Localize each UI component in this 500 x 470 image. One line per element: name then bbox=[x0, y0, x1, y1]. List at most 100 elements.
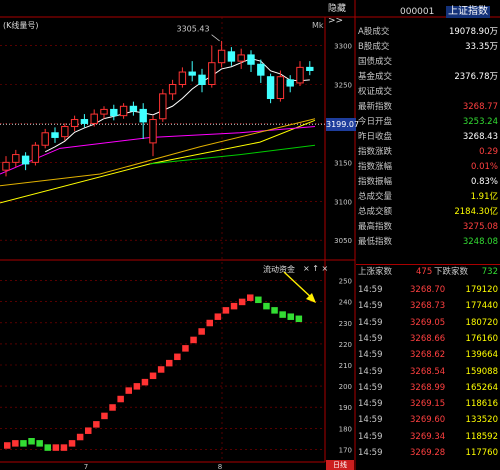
candle-body bbox=[21, 155, 30, 165]
ind-axis-label: 200 bbox=[339, 383, 352, 391]
quote-value: 0.01% bbox=[470, 162, 498, 172]
candle-body bbox=[159, 93, 167, 120]
candle-body bbox=[100, 108, 108, 115]
candle-body bbox=[306, 66, 314, 71]
indicator-point bbox=[206, 319, 213, 327]
indicator-point bbox=[271, 307, 278, 314]
tick-time: 14:59 bbox=[358, 448, 383, 458]
quote-label: 国债成交 bbox=[358, 57, 393, 67]
quote-row: B股成交 33.35万 bbox=[356, 40, 500, 55]
indicator-point bbox=[295, 315, 303, 323]
quote-row: 总成交量 1.91亿 bbox=[356, 190, 500, 205]
tick-price: 3268.73 bbox=[410, 301, 446, 312]
quote-row: 基金成交 2376.78万 bbox=[356, 70, 500, 85]
tick-volume: 117760 bbox=[465, 448, 498, 458]
x-axis-label: 7 bbox=[84, 463, 88, 470]
tick-time: 14:59 bbox=[358, 301, 383, 312]
quote-row: 指数涨幅 0.01% bbox=[356, 160, 500, 175]
quote-label: 总成交额 bbox=[358, 207, 393, 217]
quote-row: 指数振幅 0.83% bbox=[356, 175, 500, 190]
tick-row: 14:59 3268.99 165264 bbox=[356, 381, 500, 396]
candle-body bbox=[110, 108, 118, 117]
quote-label: 基金成交 bbox=[358, 72, 393, 82]
tick-row: 14:59 3268.54 159088 bbox=[356, 365, 500, 380]
tick-time: 14:59 bbox=[358, 366, 383, 377]
quote-value: 2184.30亿 bbox=[454, 207, 498, 217]
quote-label: 指数涨幅 bbox=[358, 162, 393, 172]
candle-body bbox=[80, 119, 89, 124]
breadth-row: 上涨家数 475 下跌家数 732 bbox=[356, 264, 500, 279]
candle-body bbox=[286, 79, 294, 87]
tick-row: 14:59 3269.05 180720 bbox=[356, 316, 500, 331]
tick-volume: 118616 bbox=[465, 399, 498, 410]
indicator-point bbox=[93, 421, 100, 428]
quote-value: 19078.90万 bbox=[448, 27, 498, 37]
indicator-point bbox=[255, 296, 262, 304]
tick-price: 3269.15 bbox=[410, 399, 446, 410]
indicator-point bbox=[190, 336, 197, 344]
tick-time: 14:59 bbox=[358, 285, 383, 295]
candle-body bbox=[266, 76, 275, 100]
candle-body bbox=[247, 54, 255, 65]
tick-volume: 176160 bbox=[465, 333, 498, 344]
date-button[interactable]: 日线 bbox=[326, 460, 354, 470]
up-count-value: 475 bbox=[416, 267, 433, 277]
tick-volume: 180720 bbox=[465, 317, 498, 328]
quote-value: 33.35万 bbox=[465, 42, 498, 52]
tick-row: 14:59 3268.73 177440 bbox=[356, 299, 500, 314]
indicator-point bbox=[247, 294, 254, 301]
candle-body bbox=[178, 71, 187, 85]
indicator-point bbox=[149, 372, 157, 380]
tick-price: 3269.60 bbox=[410, 415, 446, 426]
chart-mode-label: (K线量号) bbox=[3, 21, 39, 30]
candle-body bbox=[188, 71, 196, 76]
candle-body bbox=[119, 105, 128, 117]
indicator-point bbox=[76, 433, 84, 441]
tick-volume: 165264 bbox=[465, 382, 498, 393]
candle-body bbox=[61, 126, 69, 138]
candle-body bbox=[90, 113, 98, 124]
quote-label: 最高指数 bbox=[358, 222, 393, 232]
indicator-point bbox=[182, 345, 189, 352]
hide-panel-button[interactable]: 隐藏>> bbox=[328, 3, 354, 26]
indicator-label[interactable]: 流动资金 bbox=[263, 264, 295, 275]
indicator-icons[interactable]: × ↑ × bbox=[303, 264, 328, 273]
indicator-point bbox=[222, 307, 230, 314]
indicator-point bbox=[174, 353, 181, 361]
ind-axis-label: 250 bbox=[339, 278, 352, 286]
index-name[interactable]: 上证指数 bbox=[446, 6, 490, 18]
indicator-point bbox=[101, 412, 108, 420]
quote-row: 昨日收盘 3268.43 bbox=[356, 130, 500, 145]
ind-axis-label: 240 bbox=[339, 299, 352, 307]
candle-body bbox=[217, 49, 226, 64]
quote-label: 指数振幅 bbox=[358, 177, 393, 187]
indicator-point bbox=[133, 383, 141, 390]
tick-price: 3269.34 bbox=[410, 431, 446, 442]
price-axis-label: 3300 bbox=[334, 43, 352, 51]
price-axis-label: 3150 bbox=[334, 159, 352, 167]
quote-label: 指数涨跌 bbox=[358, 147, 393, 157]
tick-volume: 179120 bbox=[465, 285, 498, 295]
index-code: 000001 bbox=[400, 7, 435, 17]
indicator-point bbox=[36, 440, 43, 447]
tick-volume: 133520 bbox=[465, 415, 498, 426]
quote-value: 1.91亿 bbox=[470, 192, 498, 202]
tick-row: 14:59 3269.28 117760 bbox=[356, 446, 500, 461]
quote-value: 0.83% bbox=[470, 177, 498, 187]
down-count-label: 下跌家数 bbox=[434, 267, 469, 277]
candle-body bbox=[12, 154, 20, 163]
tick-price: 3269.05 bbox=[410, 317, 446, 328]
chart-mode-right[interactable]: Mk bbox=[312, 21, 324, 30]
quote-row: 指数涨跌 0.29 bbox=[356, 145, 500, 160]
indicator-point bbox=[68, 440, 76, 447]
down-count-value: 732 bbox=[481, 267, 498, 277]
indicator-point bbox=[28, 438, 35, 445]
indicator-point bbox=[52, 444, 60, 451]
quote-row: 最低指数 3248.08 bbox=[356, 235, 500, 250]
indicator-point bbox=[287, 313, 294, 320]
tick-volume: 118592 bbox=[465, 431, 498, 442]
ma-long-gold bbox=[0, 118, 316, 187]
ind-axis-label: 210 bbox=[339, 362, 352, 370]
candle-body bbox=[41, 132, 49, 146]
quote-value: 2376.78万 bbox=[454, 72, 498, 82]
